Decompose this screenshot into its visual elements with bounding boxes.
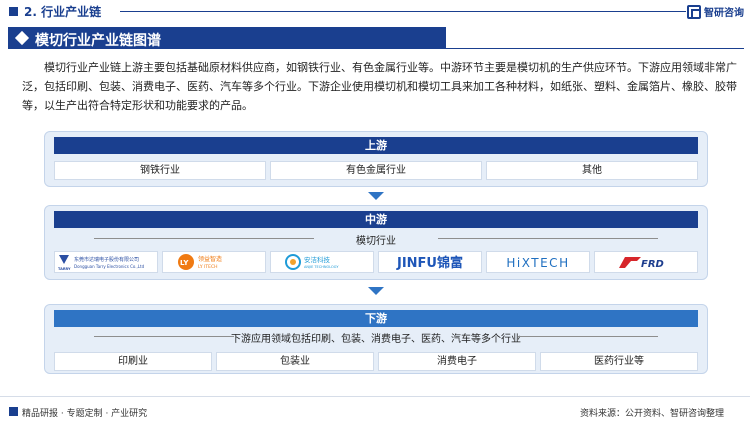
downstream-header: 下游 [54,310,698,327]
downstream-item: 印刷业 [54,352,212,371]
svg-text:JINFU锦富: JINFU锦富 [396,255,463,271]
brand-logo: 智研咨询 [687,4,744,19]
brand-logo-icon [687,4,701,19]
diamond-icon [14,30,30,46]
downstream-item: 包装业 [216,352,374,371]
top-bar: 2. 行业产业链 智研咨询 [0,0,750,24]
upstream-item: 有色金属行业 [270,161,482,180]
midstream-sublabel-row: 模切行业 [54,232,698,247]
divider-line [438,238,658,239]
down-arrow-icon [368,192,384,200]
company-logo-anjie: AJ 安洁科技 ANJIE TECHNOLOGY [270,251,374,273]
upstream-panel: 上游 钢铁行业 有色金属行业 其他 [44,131,708,187]
downstream-items: 印刷业 包装业 消费电子 医药行业等 [54,352,698,371]
upstream-header: 上游 [54,137,698,154]
upstream-item: 其他 [486,161,698,180]
footer: 精品研报 · 专题定制 · 产业研究 资料来源：公开资料、智研咨询整理 [0,403,750,421]
jinfu-logo-icon: JINFU锦富 [396,255,463,271]
svg-text:FRD: FRD [641,259,664,270]
svg-text:东莞市达瑞电子股份有限公司: 东莞市达瑞电子股份有限公司 [74,256,139,263]
company-logo-frd: FRD [594,251,698,273]
company-logos: TARRY 东莞市达瑞电子股份有限公司 Dongguan Tarry Elect… [54,251,698,273]
svg-text:安洁科技: 安洁科技 [304,255,331,264]
downstream-panel: 下游 下游应用领域包括印刷、包装、消费电子、医药、汽车等多个行业 印刷业 包装业… [44,304,708,374]
svg-text:TARRY: TARRY [58,267,71,271]
company-logo-hixtech: HiXTECH [486,251,590,273]
tarry-logo-icon: TARRY 东莞市达瑞电子股份有限公司 Dongguan Tarry Elect… [58,255,145,271]
frd-logo-icon: FRD [619,257,664,270]
footer-logo-icon [9,407,18,416]
svg-text:领益智造: 领益智造 [198,255,222,263]
company-logo-tarry: TARRY 东莞市达瑞电子股份有限公司 Dongguan Tarry Elect… [54,251,158,273]
divider-line [518,336,658,337]
title-banner: 模切行业产业链图谱 [8,27,446,49]
svg-text:HiXTECH: HiXTECH [506,256,569,270]
title-divider [446,48,744,49]
page-title: 模切行业产业链图谱 [35,33,161,49]
downstream-item: 医药行业等 [540,352,698,371]
brand-logo-text: 智研咨询 [704,8,744,19]
lyitech-logo-icon: LY 领益智造 LY ITECH [178,254,222,270]
intro-paragraph: 模切行业产业链上游主要包括基础原材料供应商，如钢铁行业、有色金属行业等。中游环节… [22,61,737,112]
upstream-item: 钢铁行业 [54,161,266,180]
midstream-sublabel: 模切行业 [356,236,396,247]
footer-divider [0,396,750,397]
svg-text:LY ITECH: LY ITECH [198,264,218,270]
anjie-logo-icon: AJ 安洁科技 ANJIE TECHNOLOGY [285,254,339,270]
footer-source: 资料来源：公开资料、智研咨询整理 [579,409,724,419]
upstream-items: 钢铁行业 有色金属行业 其他 [54,161,698,180]
hixtech-logo-icon: HiXTECH [506,256,569,270]
header-divider [120,11,686,12]
svg-text:LY: LY [180,259,189,267]
company-logo-jinfu: JINFU锦富 [378,251,482,273]
section-title: 2. 行业产业链 [24,5,102,19]
company-logo-lyitech: LY 领益智造 LY ITECH [162,251,266,273]
svg-text:ANJIE TECHNOLOGY: ANJIE TECHNOLOGY [304,265,339,269]
downstream-sublabel-row: 下游应用领域包括印刷、包装、消费电子、医药、汽车等多个行业 [54,330,698,345]
downstream-item: 消费电子 [378,352,536,371]
footer-tagline: 精品研报 · 专题定制 · 产业研究 [22,409,148,419]
down-arrow-icon [368,287,384,295]
svg-text:Dongguan Tarry Electronics Co.: Dongguan Tarry Electronics Co.,Ltd [74,264,145,269]
section-marker-icon [9,7,18,16]
midstream-header: 中游 [54,211,698,228]
midstream-panel: 中游 模切行业 TARRY 东莞市达瑞电子股份有限公司 Dongguan Tar… [44,205,708,280]
downstream-sublabel: 下游应用领域包括印刷、包装、消费电子、医药、汽车等多个行业 [231,334,521,345]
